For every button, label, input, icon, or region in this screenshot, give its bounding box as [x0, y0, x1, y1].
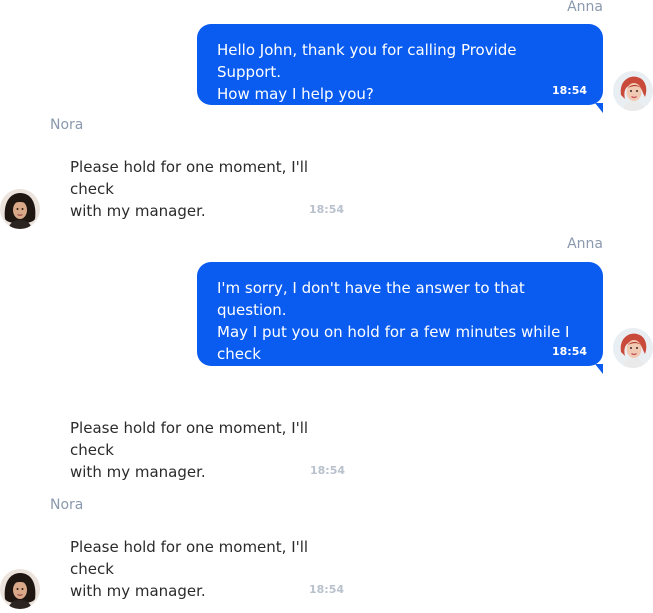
incoming-message-bubble: Please hold for one moment, I'll check w…	[50, 536, 350, 600]
message-text: Please hold for one moment, I'll check w…	[70, 417, 330, 483]
message-line: with my manager?	[217, 367, 358, 385]
nora-avatar-icon	[0, 189, 40, 229]
message-timestamp: 18:54	[551, 84, 587, 97]
message-text: I'm sorry, I don't have the answer to th…	[217, 277, 583, 387]
message-line: How may I help you?	[217, 85, 374, 103]
message-line: May I put you on hold for a few minutes …	[217, 323, 570, 363]
message-line: with my manager.	[70, 582, 206, 600]
anna-avatar-icon	[613, 328, 653, 368]
message-line: I'm sorry, I don't have the answer to th…	[217, 279, 525, 319]
outgoing-message-bubble: Hello John, thank you for calling Provid…	[197, 24, 603, 113]
message-line: with my manager.	[70, 202, 206, 220]
sender-name-anna: Anna	[567, 0, 603, 15]
sender-name-nora: Nora	[50, 497, 84, 513]
bubble-tail	[595, 103, 603, 113]
incoming-message-bubble: Please hold for one moment, I'll check w…	[50, 156, 350, 220]
message-timestamp: 18:54	[309, 464, 345, 477]
anna-avatar-icon	[613, 71, 653, 111]
sender-name-nora: Nora	[50, 117, 84, 133]
nora-avatar-icon	[0, 569, 40, 609]
message-text: Please hold for one moment, I'll check w…	[70, 536, 330, 602]
bubble-tail	[595, 364, 603, 374]
message-line: Please hold for one moment, I'll check	[70, 419, 309, 459]
message-line: with my manager.	[70, 463, 206, 481]
message-line: Please hold for one moment, I'll check	[70, 158, 309, 198]
outgoing-message-bubble: I'm sorry, I don't have the answer to th…	[197, 262, 603, 385]
incoming-message-bubble: Please hold for one moment, I'll check w…	[50, 417, 350, 481]
chat-transcript: Anna Hello John, thank you for calling P…	[0, 0, 653, 613]
sender-name-anna: Anna	[567, 236, 603, 252]
message-text: Please hold for one moment, I'll check w…	[70, 156, 330, 222]
message-line: Hello John, thank you for calling Provid…	[217, 41, 517, 81]
message-timestamp: 18:54	[308, 203, 344, 216]
message-text: Hello John, thank you for calling Provid…	[217, 39, 583, 105]
message-timestamp: 18:54	[308, 583, 344, 596]
message-timestamp: 18:54	[551, 345, 587, 358]
message-line: Please hold for one moment, I'll check	[70, 538, 309, 578]
